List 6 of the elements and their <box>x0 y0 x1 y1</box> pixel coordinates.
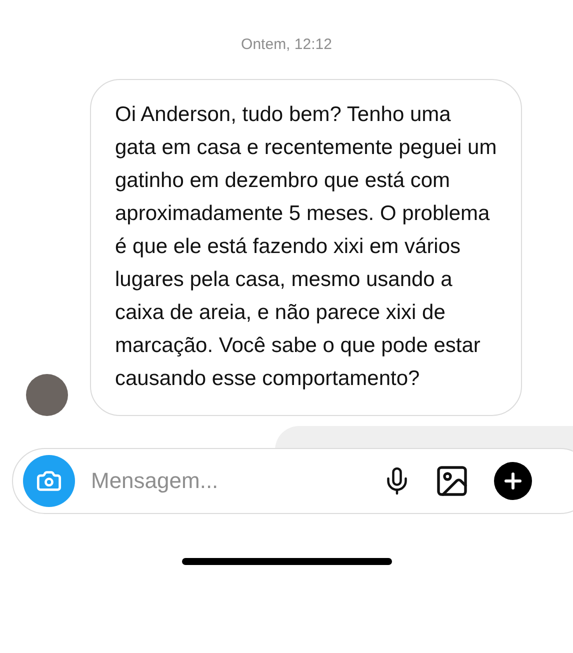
add-button[interactable] <box>494 462 532 500</box>
avatar[interactable] <box>26 374 68 416</box>
message-timestamp: Ontem, 12:12 <box>241 35 332 55</box>
message-bubble: Oi Anderson, tudo bem? Tenho uma gata em casa e recentemente peguei um gatinho em dezembro que está com aproximadamente 5 meses. O problema é que ele está fazendo xixi em vários lugares pela casa, mesmo usando a caixa de areia, e não parece xixi de marcação. Você sabe o que pode estar causando esse comportamento? <box>90 78 522 416</box>
message-input[interactable]: Mensagem... <box>91 464 372 497</box>
camera-button[interactable] <box>23 454 75 506</box>
